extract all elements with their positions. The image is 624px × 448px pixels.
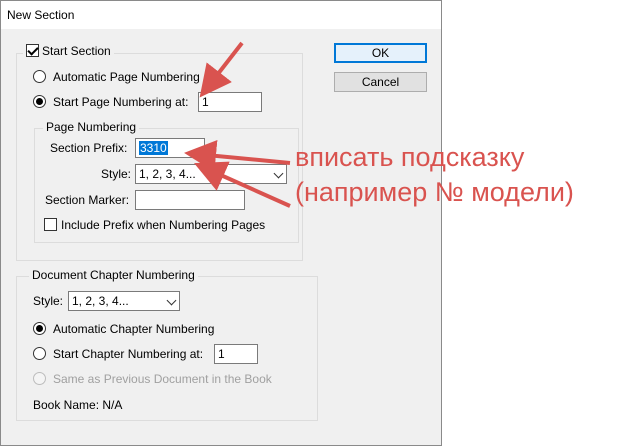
page-style-select[interactable]: 1, 2, 3, 4...	[135, 164, 287, 184]
page-style-value: 1, 2, 3, 4...	[139, 167, 196, 181]
chapter-style-select[interactable]: 1, 2, 3, 4...	[68, 291, 180, 311]
dialog-title: New Section	[7, 8, 75, 22]
section-prefix-input[interactable]: 3310	[135, 138, 205, 158]
cancel-button[interactable]: Cancel	[334, 72, 427, 92]
start-page-numbering-label[interactable]: Start Page Numbering at:	[53, 95, 188, 109]
chevron-down-icon	[166, 295, 177, 306]
start-chapter-radio[interactable]	[33, 347, 46, 360]
start-page-input[interactable]: 1	[198, 92, 262, 112]
annotation-line-1: вписать подсказку	[295, 142, 525, 172]
chapter-style-value: 1, 2, 3, 4...	[72, 294, 129, 308]
chevron-down-icon	[273, 168, 284, 179]
start-section-checkbox[interactable]	[26, 44, 39, 57]
annotation-line-2: (например № модели)	[295, 177, 574, 207]
section-marker-label: Section Marker:	[45, 193, 130, 207]
new-section-dialog: New Section Start Section Automatic Page…	[0, 0, 442, 446]
page-numbering-legend: Page Numbering	[43, 120, 140, 134]
start-chapter-label[interactable]: Start Chapter Numbering at:	[53, 347, 203, 361]
style-label: Style:	[101, 167, 132, 181]
include-prefix-checkbox[interactable]	[44, 218, 57, 231]
same-as-previous-label: Same as Previous Document in the Book	[53, 372, 272, 386]
section-prefix-label: Section Prefix:	[50, 141, 128, 155]
auto-page-numbering-radio[interactable]	[33, 70, 46, 83]
include-prefix-label[interactable]: Include Prefix when Numbering Pages	[61, 218, 265, 232]
auto-chapter-radio[interactable]	[33, 322, 46, 335]
same-as-previous-radio	[33, 372, 46, 385]
book-name-text: Book Name: N/A	[33, 398, 123, 412]
section-marker-input[interactable]	[135, 190, 245, 210]
chapter-numbering-legend: Document Chapter Numbering	[29, 268, 198, 282]
start-page-numbering-radio[interactable]	[33, 95, 46, 108]
auto-page-numbering-label[interactable]: Automatic Page Numbering	[53, 70, 200, 84]
auto-chapter-label[interactable]: Automatic Chapter Numbering	[53, 322, 214, 336]
start-section-label: Start Section	[42, 44, 111, 58]
chapter-style-label: Style:	[33, 294, 64, 308]
start-chapter-input[interactable]: 1	[214, 344, 258, 364]
start-section-legend[interactable]: Start Section	[23, 44, 114, 60]
ok-button[interactable]: OK	[334, 43, 427, 63]
title-bar: New Section	[1, 1, 441, 29]
section-prefix-value: 3310	[139, 141, 168, 155]
